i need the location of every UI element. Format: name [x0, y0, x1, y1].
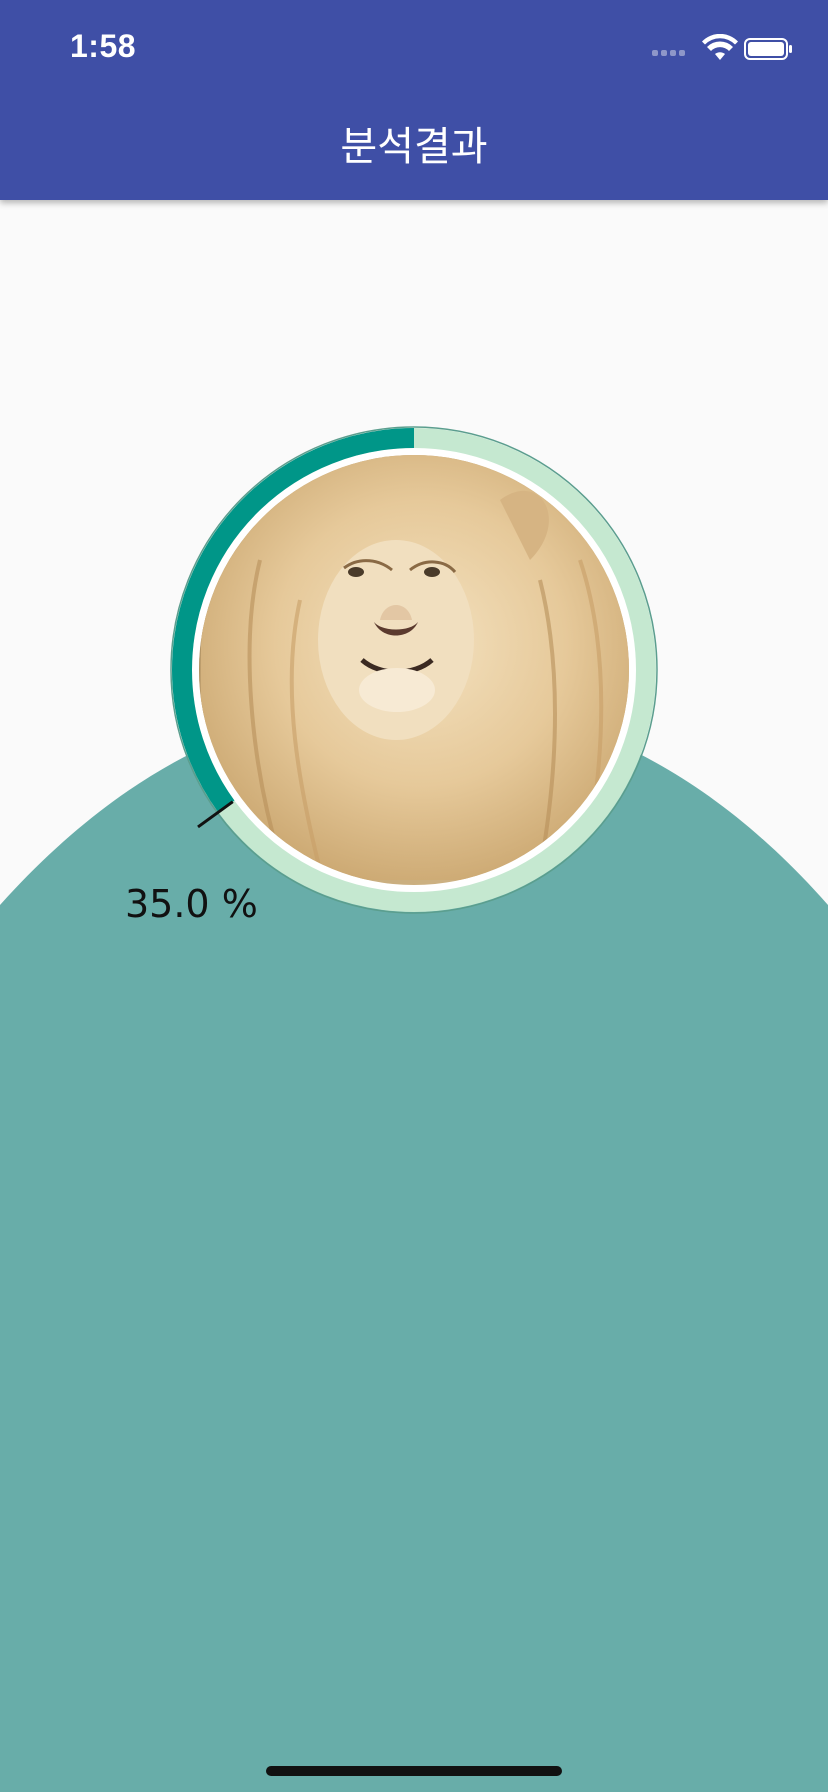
status-icons [652, 34, 792, 60]
cellular-signal-icon [652, 50, 685, 56]
percent-label: 35.0 % [125, 882, 258, 926]
status-time: 1:58 [70, 28, 137, 64]
app-bar: 1:58 분석결과 [0, 0, 828, 200]
wifi-icon [702, 34, 738, 60]
home-indicator[interactable] [266, 1766, 562, 1776]
battery-icon [744, 38, 792, 60]
page-title: 분석결과 [340, 124, 488, 170]
